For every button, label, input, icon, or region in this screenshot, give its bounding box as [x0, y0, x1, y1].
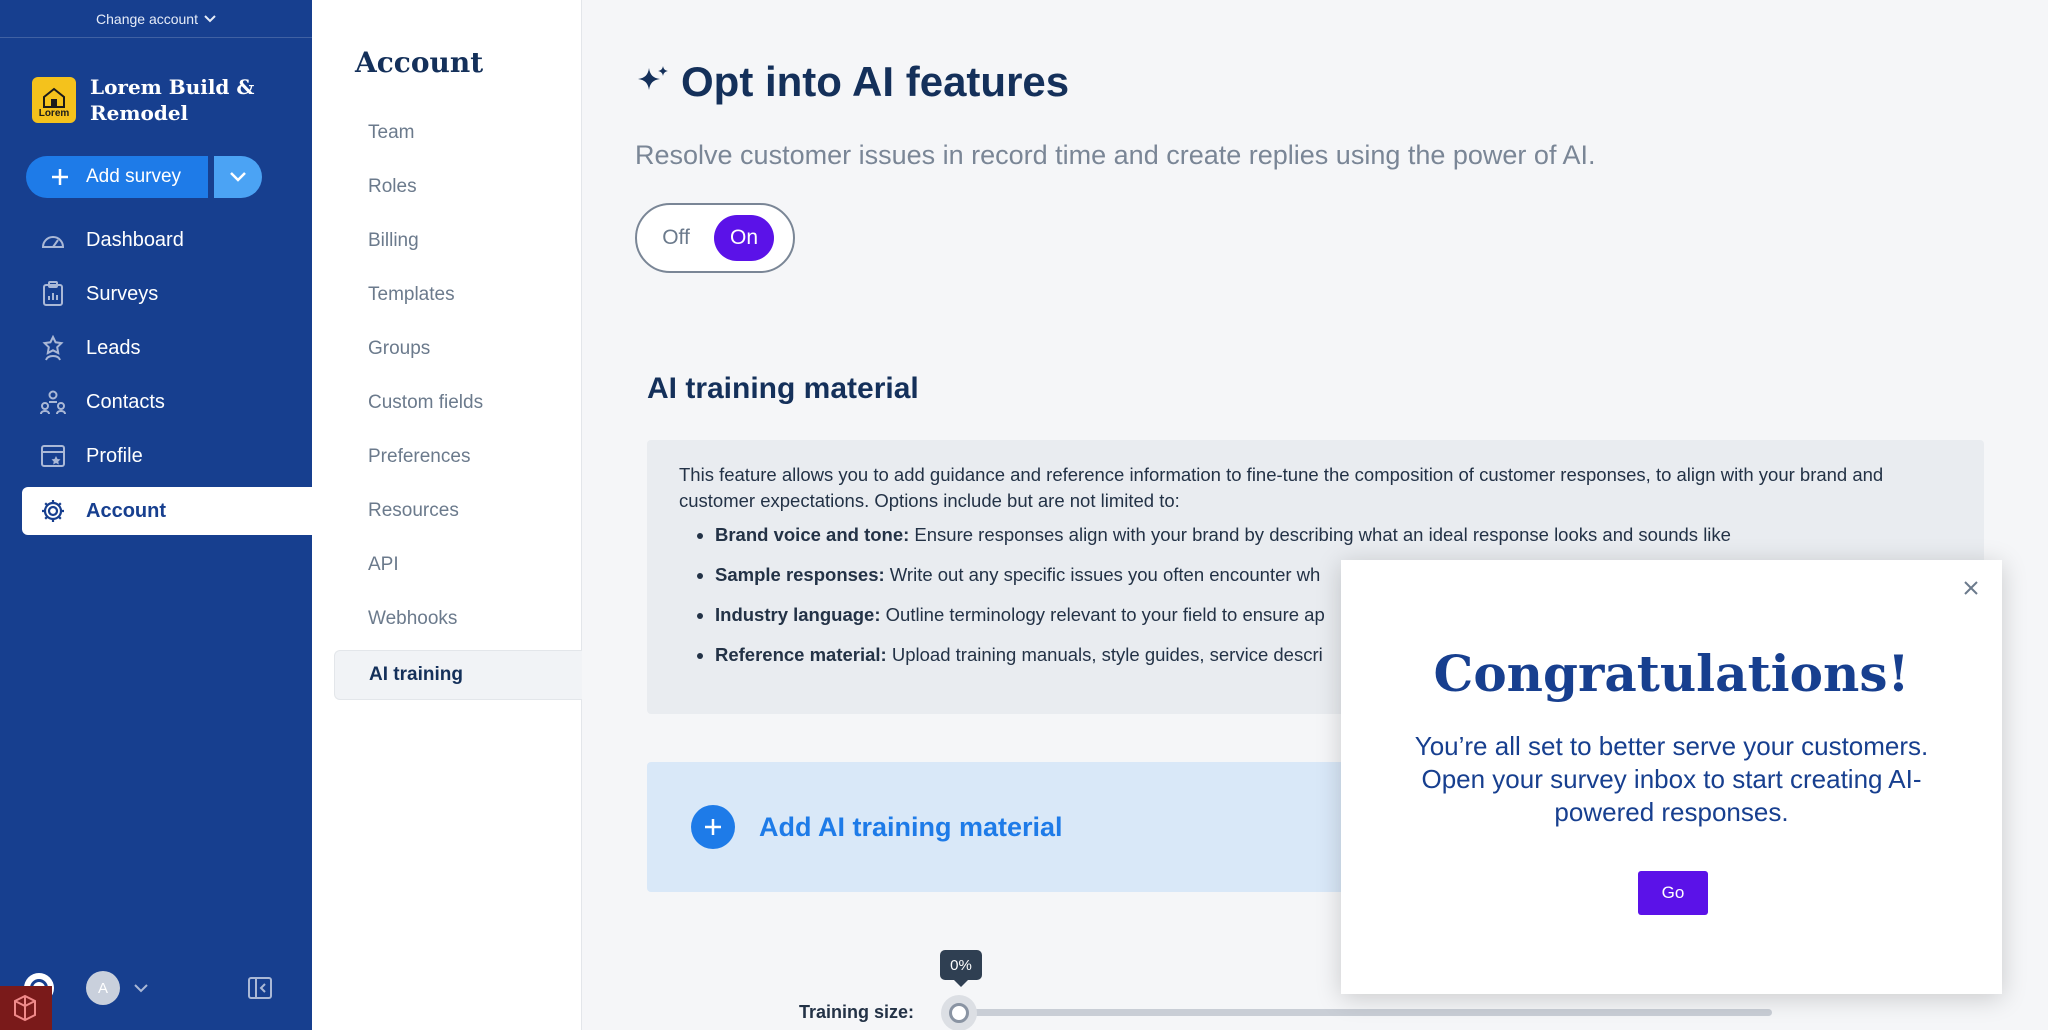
- clipboard-chart-icon: [40, 281, 66, 307]
- page-title: Opt into AI features: [635, 58, 1069, 106]
- subnav-item-label: Preferences: [368, 446, 471, 467]
- brand-logo: Lorem: [32, 77, 76, 123]
- people-network-icon: [40, 389, 66, 415]
- page-subtitle: Resolve customer issues in record time a…: [635, 140, 1596, 170]
- chevron-down-icon: [204, 14, 216, 22]
- subnav-item-templates[interactable]: Templates: [334, 271, 582, 319]
- subnav-item-billing[interactable]: Billing: [334, 217, 582, 265]
- subnav-item-ai-training[interactable]: AI training: [334, 650, 582, 700]
- sparkles-icon: [638, 66, 668, 90]
- house-logo-icon: [43, 87, 65, 108]
- subnav-item-label: Billing: [368, 230, 419, 251]
- add-training-material-label: Add AI training material: [759, 811, 1063, 842]
- bullet-text: Ensure responses align with your brand b…: [909, 524, 1731, 545]
- gear-icon: [40, 498, 66, 524]
- congratulations-modal: Congratulations! You’re all set to bette…: [1341, 560, 2002, 994]
- dashboard-gauge-icon: [40, 227, 66, 253]
- sidebar-item-label: Account: [86, 499, 166, 522]
- subnav-item-label: Roles: [368, 176, 417, 197]
- modal-message: You’re all set to better serve your cust…: [1414, 731, 1929, 827]
- star-person-icon: [40, 335, 66, 361]
- bullet-term: Brand voice and tone:: [715, 524, 910, 545]
- chevron-down-icon: [230, 172, 246, 182]
- sidebar-item-profile[interactable]: Profile: [22, 432, 312, 480]
- info-intro: This feature allows you to add guidance …: [679, 464, 1884, 511]
- subnav-item-groups[interactable]: Groups: [334, 325, 582, 373]
- sidebar-item-label: Dashboard: [86, 228, 184, 251]
- training-size-label: Training size:: [799, 1002, 915, 1022]
- toggle-off-option[interactable]: Off: [646, 215, 706, 261]
- sidebar-item-account[interactable]: Account: [22, 487, 312, 535]
- brand: Lorem Lorem Build & Remodel: [32, 74, 260, 126]
- sidebar-item-leads[interactable]: Leads: [22, 324, 312, 372]
- plus-icon: [52, 169, 68, 185]
- slider-value-tooltip: 0%: [940, 950, 982, 987]
- subnav-item-api[interactable]: API: [334, 541, 582, 589]
- brand-logo-text: Lorem: [38, 108, 70, 119]
- subnav-item-custom-fields[interactable]: Custom fields: [334, 379, 582, 427]
- subnav-item-label: AI training: [369, 664, 463, 685]
- add-survey-label: Add survey: [86, 166, 182, 187]
- left-sidebar: Change account Lorem Lorem Build & Remod…: [0, 0, 312, 1030]
- sidebar-item-label: Leads: [86, 336, 141, 359]
- plus-circle-icon: [691, 805, 735, 849]
- change-account-label: Change account: [96, 10, 198, 27]
- sidebar-item-dashboard[interactable]: Dashboard: [22, 216, 312, 264]
- sidebar-item-contacts[interactable]: Contacts: [22, 378, 312, 426]
- go-button[interactable]: Go: [1638, 871, 1708, 915]
- sidebar-item-label: Contacts: [86, 390, 165, 413]
- sidebar-item-label: Surveys: [86, 282, 159, 305]
- subnav-item-label: Templates: [368, 284, 455, 305]
- subnav-item-roles[interactable]: Roles: [334, 163, 582, 211]
- modal-title: Congratulations!: [1433, 644, 1910, 703]
- page-title-text: Opt into AI features: [681, 58, 1070, 105]
- change-account-button[interactable]: Change account: [0, 0, 312, 38]
- add-survey-dropdown-button[interactable]: [214, 156, 262, 198]
- avatar[interactable]: A: [86, 971, 120, 1005]
- bullet-term: Sample responses:: [715, 564, 885, 585]
- subnav-item-team[interactable]: Team: [334, 109, 582, 157]
- account-subnav: Account Team Roles Billing Templates Gro…: [312, 0, 582, 1030]
- subnav-item-webhooks[interactable]: Webhooks: [334, 595, 582, 643]
- sidebar-item-surveys[interactable]: Surveys: [22, 270, 312, 318]
- close-icon[interactable]: [1960, 578, 1982, 600]
- section-title: AI training material: [647, 372, 919, 405]
- subnav-item-label: Team: [368, 122, 415, 143]
- bullet-term: Reference material:: [715, 644, 887, 665]
- subnav-item-label: API: [368, 554, 399, 575]
- bullet-term: Industry language:: [715, 604, 881, 625]
- list-item: Brand voice and tone: Ensure responses a…: [715, 522, 1952, 548]
- bullet-text: Upload training manuals, style guides, s…: [886, 644, 1323, 665]
- collapse-sidebar-icon[interactable]: [248, 977, 272, 999]
- bullet-text: Write out any specific issues you often …: [884, 564, 1321, 585]
- debug-logo-icon[interactable]: [0, 986, 52, 1030]
- toggle-on-option[interactable]: On: [714, 215, 774, 261]
- ai-features-toggle[interactable]: Off On: [635, 203, 795, 273]
- subnav-item-label: Resources: [368, 500, 459, 521]
- sidebar-item-label: Profile: [86, 444, 143, 467]
- subnav-item-preferences[interactable]: Preferences: [334, 433, 582, 481]
- add-survey-button[interactable]: Add survey: [26, 156, 208, 198]
- avatar-initial: A: [97, 979, 108, 997]
- slider-track[interactable]: [957, 1009, 1772, 1016]
- slider-thumb[interactable]: [941, 995, 977, 1030]
- subnav-item-label: Custom fields: [368, 392, 484, 413]
- subnav-item-label: Groups: [368, 338, 431, 359]
- bullet-text: Outline terminology relevant to your fie…: [880, 604, 1325, 625]
- profile-calendar-star-icon: [40, 443, 66, 469]
- subnav-title: Account: [355, 46, 484, 79]
- subnav-item-resources[interactable]: Resources: [334, 487, 582, 535]
- brand-name: Lorem Build & Remodel: [90, 75, 255, 125]
- chevron-down-icon[interactable]: [134, 984, 148, 993]
- subnav-item-label: Webhooks: [368, 608, 458, 629]
